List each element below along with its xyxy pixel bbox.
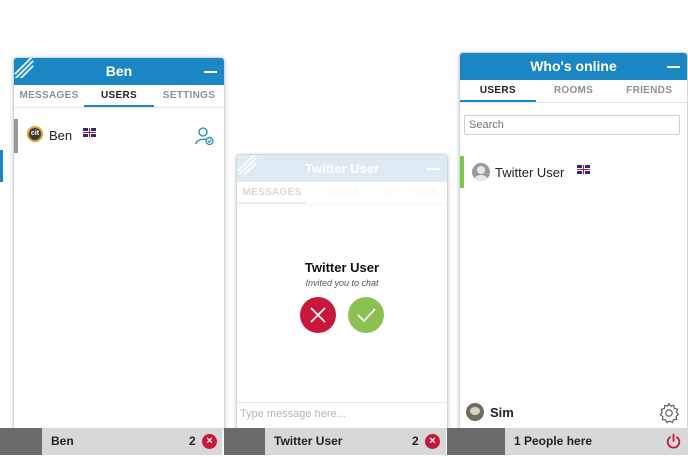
tab-messages[interactable]: MESSAGES [14,85,84,107]
tab-users[interactable]: USERS [84,85,154,107]
taskbar-whos-online[interactable]: 1 People here [447,428,688,455]
current-user-row: Sim [460,397,687,427]
add-user-icon[interactable] [195,126,215,146]
check-icon [357,308,376,323]
invite-window-title: Twitter User [304,161,380,176]
taskbar-handle [447,428,505,455]
avatar [472,163,490,181]
tab-users[interactable]: USERS [460,80,536,102]
ben-window-header[interactable]: Ben [14,58,224,85]
tab-rooms[interactable]: ROOMS [536,80,612,102]
taskbar-ben[interactable]: Ben 2 × [0,428,222,455]
invite-chat-window: Twitter User MESSAGES USERS SETTINGS Twi… [236,154,448,429]
taskbar-twitter-user[interactable]: Twitter User 2 × [224,428,446,455]
ben-window-title: Ben [105,63,133,79]
invite-window-tabs: MESSAGES USERS SETTINGS [237,182,447,205]
taskbar-ben-label: Ben [51,434,74,448]
avatar: cit [27,126,43,142]
message-placeholder: Type message here... [240,408,346,420]
tab-settings[interactable]: SETTINGS [377,182,447,204]
whos-online-window: Who's online USERS ROOMS FRIENDS Twitter… [459,52,688,429]
online-user-item[interactable]: Twitter User [460,156,687,188]
taskbar-handle [0,428,42,455]
ben-chat-window: Ben MESSAGES USERS SETTINGS cit Ben [13,57,225,429]
invite-window-header[interactable]: Twitter User [237,155,447,182]
whos-online-header[interactable]: Who's online [460,53,687,80]
tab-users[interactable]: USERS [307,182,377,204]
ben-window-tabs: MESSAGES USERS SETTINGS [14,85,224,108]
uk-flag-icon [83,128,96,137]
resize-grip-icon[interactable] [14,58,34,78]
invite-dialog: Twitter User Invited you to chat [237,260,447,335]
user-list-item[interactable]: cit Ben [14,119,224,153]
message-input[interactable]: Type message here... [237,402,447,427]
taskbar-twitter-label: Twitter User [274,434,343,448]
resize-grip-icon[interactable] [237,155,257,175]
tab-messages[interactable]: MESSAGES [237,182,307,204]
unread-count: 2 [412,434,419,448]
search-input[interactable] [464,115,680,135]
gear-icon[interactable] [657,401,681,425]
tab-settings[interactable]: SETTINGS [154,85,224,107]
decline-button[interactable] [300,297,336,333]
whos-online-title: Who's online [530,58,617,74]
online-user-name: Twitter User [495,165,565,180]
close-icon[interactable]: × [202,434,217,449]
avatar [466,403,484,421]
taskbar-handle [224,428,265,455]
minimize-icon[interactable] [204,71,217,73]
minimize-icon[interactable] [427,168,440,170]
offscreen-window-edge [0,150,3,182]
power-icon[interactable] [665,433,682,450]
close-icon[interactable]: × [425,434,440,449]
invite-name: Twitter User [304,260,380,275]
people-count-label: 1 People here [514,434,593,448]
minimize-icon[interactable] [667,66,680,68]
user-name: Ben [49,128,73,143]
accept-button[interactable] [348,297,384,333]
invite-subtitle: Invited you to chat [305,278,379,288]
whos-online-tabs: USERS ROOMS FRIENDS [460,80,687,103]
unread-count: 2 [189,434,196,448]
tab-friends[interactable]: FRIENDS [611,80,687,102]
close-icon [310,307,326,323]
current-user-name: Sim [490,405,514,420]
uk-flag-icon [577,165,590,174]
